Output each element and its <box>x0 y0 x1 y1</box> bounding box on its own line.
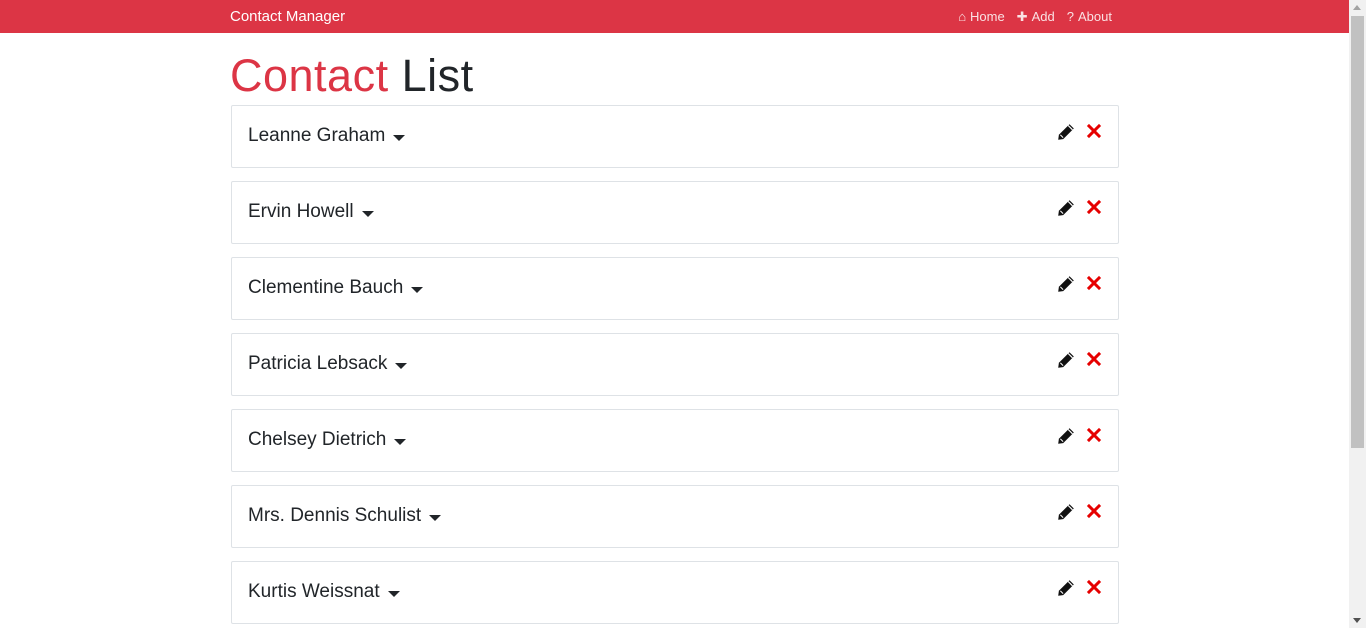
contact-name-text: Patricia Lebsack <box>248 353 388 374</box>
contact-card: Leanne Graham <box>231 105 1119 168</box>
scroll-thumb[interactable] <box>1351 16 1364 448</box>
close-icon[interactable] <box>1086 122 1102 142</box>
contact-name: Kurtis Weissnat <box>248 581 400 603</box>
pencil-icon[interactable] <box>1056 350 1076 370</box>
caret-down-icon[interactable] <box>393 135 406 141</box>
contact-list: Leanne Graham Ervin Howell Clementine Bauc… <box>231 105 1119 637</box>
caret-down-icon[interactable] <box>387 591 400 597</box>
nav-add-label: Add <box>1031 9 1055 24</box>
contact-name: Patricia Lebsack <box>248 353 408 375</box>
pencil-icon[interactable] <box>1056 122 1076 142</box>
pencil-icon[interactable] <box>1056 198 1076 218</box>
nav-home-link[interactable]: ⌂ Home <box>958 8 1005 26</box>
close-icon[interactable] <box>1086 426 1102 446</box>
caret-down-icon[interactable] <box>429 515 442 521</box>
pencil-icon[interactable] <box>1056 274 1076 294</box>
scrollbar[interactable] <box>1349 0 1366 628</box>
caret-down-icon[interactable] <box>395 363 408 369</box>
caret-down-icon[interactable] <box>394 439 407 445</box>
close-icon[interactable] <box>1086 502 1102 522</box>
pencil-icon[interactable] <box>1056 578 1076 598</box>
contact-card: Chelsey Dietrich <box>231 409 1119 472</box>
contact-name: Leanne Graham <box>248 125 406 147</box>
plus-icon: ✚ <box>1016 9 1028 24</box>
close-icon[interactable] <box>1086 578 1102 598</box>
nav-links: ⌂ Home ✚ Add ? About <box>958 8 1112 26</box>
question-icon: ? <box>1066 9 1075 24</box>
brand-link[interactable]: Contact Manager <box>230 8 345 26</box>
contact-name: Ervin Howell <box>248 201 374 223</box>
nav-about-link[interactable]: ? About <box>1067 8 1112 26</box>
contact-card: Clementine Bauch <box>231 257 1119 320</box>
nav-about-label: About <box>1078 9 1112 24</box>
contact-name-text: Kurtis Weissnat <box>248 581 380 602</box>
close-icon[interactable] <box>1086 274 1102 294</box>
nav-add-link[interactable]: ✚ Add <box>1017 8 1055 26</box>
contact-name-text: Clementine Bauch <box>248 277 404 298</box>
contact-card: Mrs. Dennis Schulist <box>231 485 1119 548</box>
caret-down-icon[interactable] <box>361 211 374 217</box>
contact-name-text: Leanne Graham <box>248 125 386 146</box>
nav-home-label: Home <box>970 9 1005 24</box>
navbar: Contact Manager ⌂ Home ✚ Add ? About <box>0 0 1349 33</box>
scroll-up-icon[interactable] <box>1353 5 1361 10</box>
contact-card: Ervin Howell <box>231 181 1119 244</box>
close-icon[interactable] <box>1086 350 1102 370</box>
contact-name-text: Ervin Howell <box>248 201 354 222</box>
page-title: Contact List <box>230 50 474 102</box>
caret-down-icon[interactable] <box>411 287 424 293</box>
scroll-down-icon[interactable] <box>1353 618 1361 623</box>
contact-name: Mrs. Dennis Schulist <box>248 505 442 527</box>
contact-name: Chelsey Dietrich <box>248 429 407 451</box>
page-title-contact: Contact <box>230 50 389 101</box>
page-title-list: List <box>401 50 474 101</box>
contact-name-text: Mrs. Dennis Schulist <box>248 505 422 526</box>
pencil-icon[interactable] <box>1056 426 1076 446</box>
close-icon[interactable] <box>1086 198 1102 218</box>
contact-card: Kurtis Weissnat <box>231 561 1119 624</box>
contact-card: Patricia Lebsack <box>231 333 1119 396</box>
pencil-icon[interactable] <box>1056 502 1076 522</box>
contact-name: Clementine Bauch <box>248 277 424 299</box>
contact-name-text: Chelsey Dietrich <box>248 429 387 450</box>
home-icon: ⌂ <box>958 9 967 24</box>
